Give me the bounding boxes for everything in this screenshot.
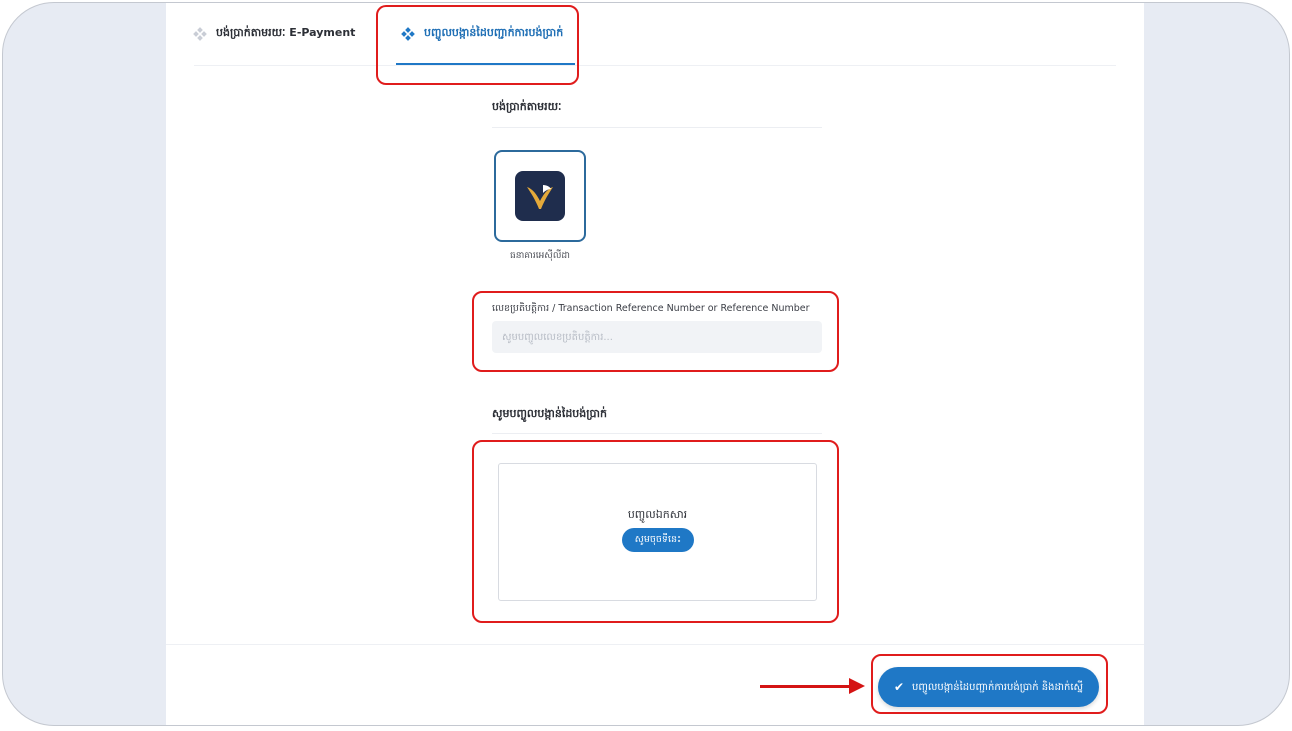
bank-logo-icon bbox=[515, 171, 565, 221]
upload-title: សូមបញ្ចូលបង្កាន់ដៃបង់ប្រាក់ bbox=[492, 407, 607, 420]
tab-e-payment-label: បង់ប្រាក់តាមរយៈ E-Payment bbox=[216, 26, 356, 39]
diamond-icon bbox=[193, 27, 207, 41]
page-frame: បង់ប្រាក់តាមរយៈ E-Payment បញ្ចូលបង្កាន់ដ… bbox=[2, 2, 1290, 726]
highlight-submit-button bbox=[871, 654, 1108, 714]
payment-method-title: បង់ប្រាក់តាមរយៈ bbox=[492, 100, 562, 113]
pointer-arrow bbox=[760, 685, 852, 688]
highlight-upload-area bbox=[472, 440, 839, 623]
pointer-arrow-head bbox=[849, 678, 865, 694]
bank-option-card[interactable] bbox=[494, 150, 586, 242]
highlight-active-tab bbox=[376, 5, 579, 85]
tab-bar: បង់ប្រាក់តាមរយៈ E-Payment បញ្ចូលបង្កាន់ដ… bbox=[193, 3, 1116, 66]
highlight-reference-field bbox=[472, 291, 839, 372]
footer-divider bbox=[166, 644, 1144, 645]
divider bbox=[492, 433, 822, 434]
bank-name: ធនាគារអេស៊ីលីដា bbox=[510, 251, 570, 261]
divider bbox=[492, 127, 822, 128]
tab-e-payment[interactable]: បង់ប្រាក់តាមរយៈ E-Payment bbox=[193, 3, 356, 65]
